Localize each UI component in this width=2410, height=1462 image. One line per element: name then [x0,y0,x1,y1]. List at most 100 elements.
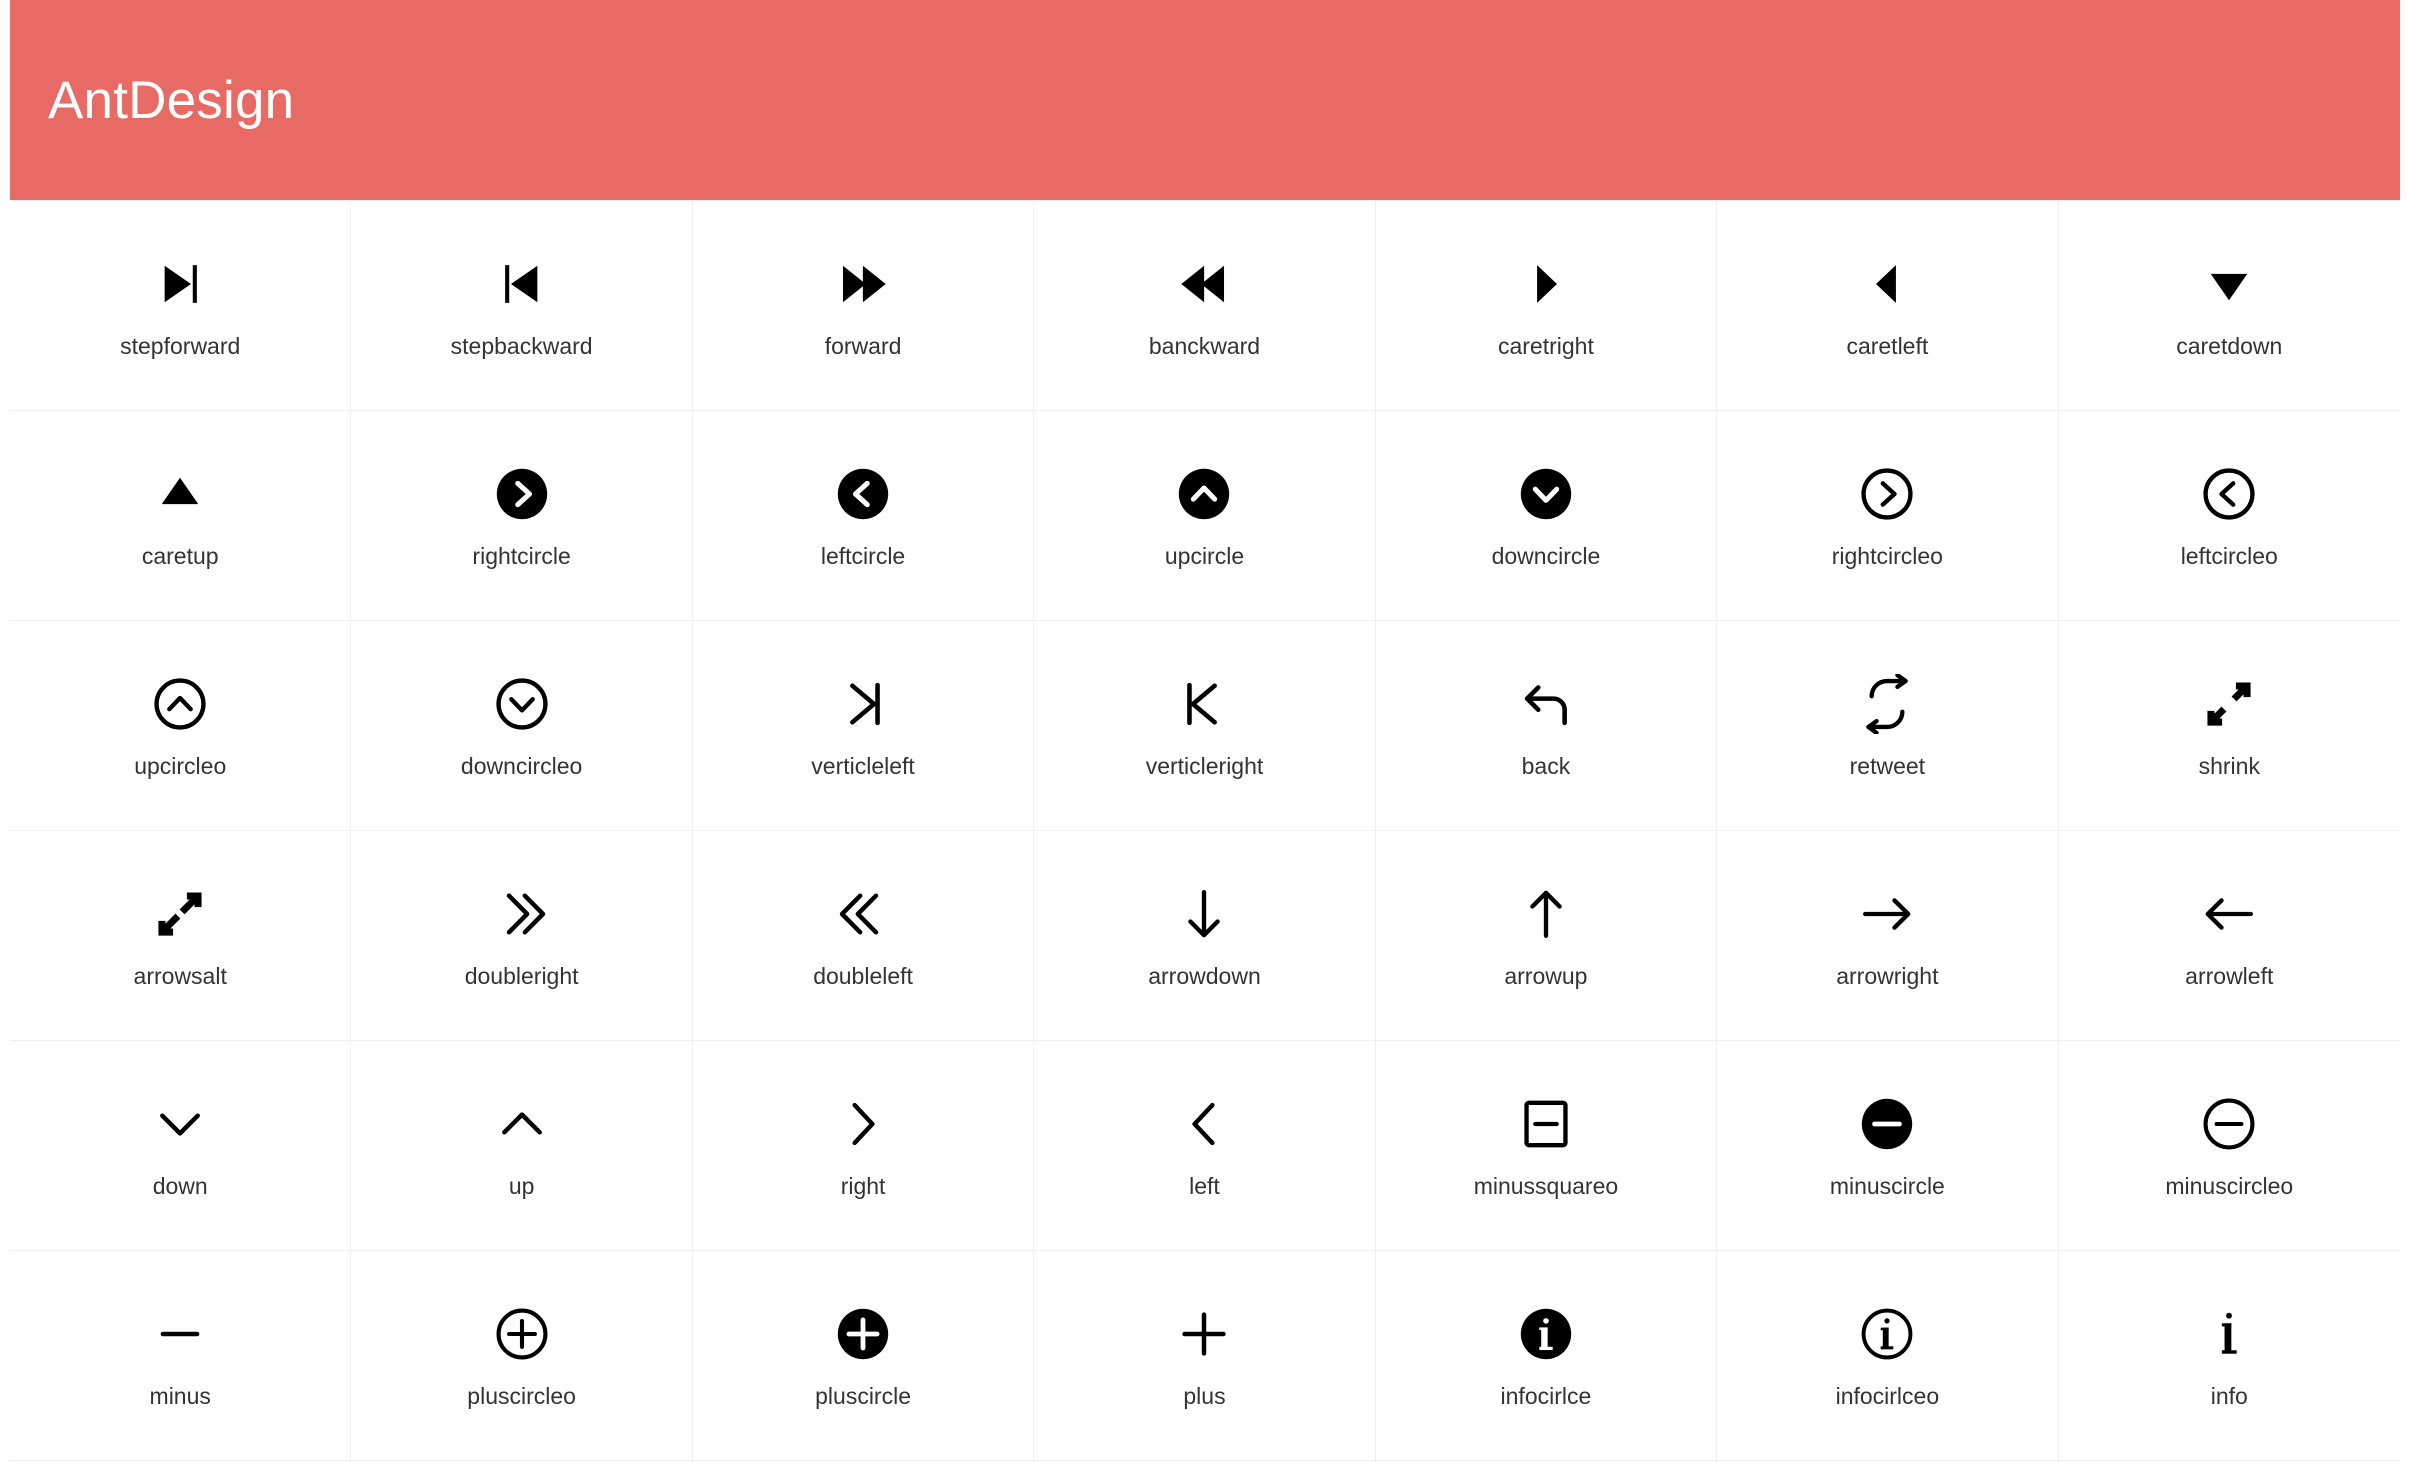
icon-cell-retweet[interactable]: retweet [1717,621,2059,831]
icon-cell-banckward[interactable]: banckward [1034,201,1376,411]
icon-cell-rightcircleo[interactable]: rightcircleo [1717,411,2059,621]
icon-label: leftcircleo [2180,543,2278,569]
icon-cell-arrowsalt[interactable]: arrowsalt [10,831,352,1041]
rightcircle-icon [452,455,592,533]
arrowdown-icon [1134,875,1274,953]
icon-label: stepforward [120,333,241,359]
icon-cell-rightcircle[interactable]: rightcircle [351,411,693,621]
icon-cell-stepbackward[interactable]: stepbackward [351,201,693,411]
icon-label: arrowsalt [133,963,227,989]
icon-label: minuscircle [1829,1173,1945,1199]
icon-label: caretright [1497,333,1594,359]
icon-cell-info[interactable]: info [2058,1251,2400,1461]
icon-label: info [2210,1383,2248,1409]
icon-cell-down[interactable]: down [10,1041,352,1251]
downcircle-icon [1476,455,1616,533]
verticleright-icon [1134,665,1274,743]
icon-label: verticleright [1145,753,1264,779]
icon-label: caretup [141,543,219,569]
icon-cell-arrowleft[interactable]: arrowleft [2058,831,2400,1041]
icon-cell-stepforward[interactable]: stepforward [10,201,352,411]
icon-cell-leftcircle[interactable]: leftcircle [692,411,1035,621]
downcircleo-icon [452,665,592,743]
icon-cell-minussquareo[interactable]: minussquareo [1375,1041,1718,1251]
icon-cell-minuscircle[interactable]: minuscircle [1717,1041,2059,1251]
left-icon [1134,1085,1274,1163]
icon-cell-arrowdown[interactable]: arrowdown [1034,831,1376,1041]
icon-cell-pluscircle[interactable]: pluscircle [692,1251,1035,1461]
icon-cell-leftcircleo[interactable]: leftcircleo [2058,411,2400,621]
icon-cell-caretdown[interactable]: caretdown [2058,201,2400,411]
icon-label: rightcircle [472,543,571,569]
icon-cell-verticleleft[interactable]: verticleleft [692,621,1035,831]
icon-cell-doubleright[interactable]: doubleright [351,831,693,1041]
icon-cell-pluscircleo[interactable]: pluscircleo [351,1251,693,1461]
stepbackward-icon [452,245,592,323]
icon-cell-forward[interactable]: forward [692,201,1035,411]
icon-cell-minuscircleo[interactable]: minuscircleo [2058,1041,2400,1251]
icon-label: downcircleo [460,753,583,779]
forward-icon [793,245,933,323]
icon-cell-downcircleo[interactable]: downcircleo [351,621,693,831]
arrowup-icon [1476,875,1616,953]
icon-label: forward [824,333,902,359]
icon-cell-back[interactable]: back [1375,621,1718,831]
doubleleft-icon [793,875,933,953]
icon-label: banckward [1148,333,1261,359]
icon-label: up [508,1173,535,1199]
page-title: AntDesign [48,70,295,130]
icon-cell-plus[interactable]: plus [1034,1251,1376,1461]
icon-cell-shrink[interactable]: shrink [2058,621,2400,831]
down-icon [110,1085,250,1163]
icon-label: arrowleft [2185,963,2274,989]
icon-label: infocirlce [1500,1383,1592,1409]
icon-cell-arrowright[interactable]: arrowright [1717,831,2059,1041]
leftcircle-icon [793,455,933,533]
icon-cell-caretright[interactable]: caretright [1375,201,1718,411]
icon-cell-upcircleo[interactable]: upcircleo [10,621,352,831]
icon-label: upcircleo [134,753,227,779]
icon-label: minus [149,1383,211,1409]
up-icon [452,1085,592,1163]
arrowright-icon [1817,875,1957,953]
icon-cell-left[interactable]: left [1034,1041,1376,1251]
icon-cell-right[interactable]: right [692,1041,1035,1251]
upcircleo-icon [110,665,250,743]
caretright-icon [1476,245,1616,323]
icon-label: verticleleft [811,753,915,779]
icon-cell-infocirlce[interactable]: infocirlce [1375,1251,1718,1461]
icon-label: shrink [2198,753,2260,779]
minus-icon [110,1295,250,1373]
icon-label: doubleleft [813,963,913,989]
verticleleft-icon [793,665,933,743]
icon-label: downcircle [1491,543,1601,569]
icon-cell-minus[interactable]: minus [10,1251,352,1461]
icon-cell-downcircle[interactable]: downcircle [1375,411,1718,621]
icon-label: down [152,1173,208,1199]
pluscircleo-icon [452,1295,592,1373]
minussquareo-icon [1476,1085,1616,1163]
caretup-icon [110,455,250,533]
icon-label: minuscircleo [2165,1173,2294,1199]
icon-cell-verticleright[interactable]: verticleright [1034,621,1376,831]
icon-label: leftcircle [820,543,906,569]
icon-label: pluscircle [815,1383,911,1409]
icon-cell-up[interactable]: up [351,1041,693,1251]
icon-label: stepbackward [450,333,593,359]
minuscircleo-icon [2159,1085,2299,1163]
icon-cell-caretleft[interactable]: caretleft [1717,201,2059,411]
icon-cell-infocirlceo[interactable]: infocirlceo [1717,1251,2059,1461]
plus-icon [1134,1295,1274,1373]
icon-cell-upcircle[interactable]: upcircle [1034,411,1376,621]
upcircle-icon [1134,455,1274,533]
stepforward-icon [110,245,250,323]
icon-cell-doubleleft[interactable]: doubleleft [692,831,1035,1041]
info-icon [2159,1295,2299,1373]
icon-label: retweet [1849,753,1926,779]
icon-label: right [840,1173,886,1199]
icon-cell-caretup[interactable]: caretup [10,411,352,621]
icon-grid: stepforward stepbackward forward banckward c… [10,200,2400,1462]
icon-cell-arrowup[interactable]: arrowup [1375,831,1718,1041]
page-header: AntDesign [10,0,2400,200]
pluscircle-icon [793,1295,933,1373]
